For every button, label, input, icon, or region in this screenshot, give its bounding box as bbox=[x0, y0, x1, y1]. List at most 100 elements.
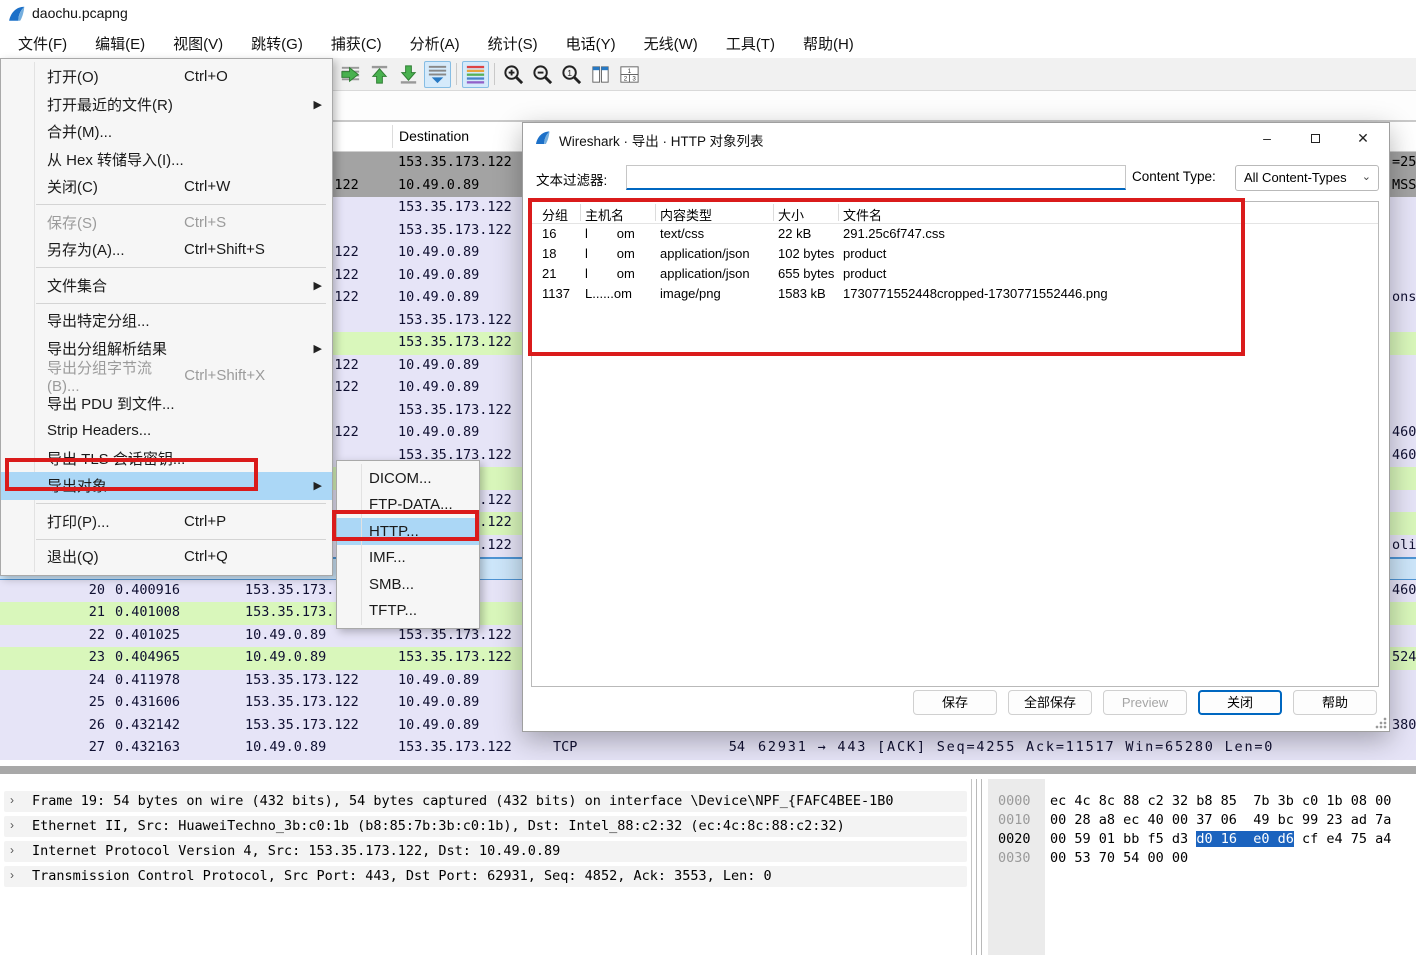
menu-item-label: 另存为(A)... bbox=[47, 239, 125, 260]
zoom-in-icon[interactable] bbox=[500, 61, 527, 88]
go-down-icon[interactable] bbox=[395, 61, 422, 88]
file-menu-item[interactable]: 合并(M)... bbox=[1, 118, 332, 146]
export-submenu-item[interactable]: DICOM... bbox=[337, 465, 479, 492]
annotation-box-object-table bbox=[528, 198, 1245, 356]
packet-source: 153.35.173.122 bbox=[245, 694, 359, 710]
packet-destination: 10.49.0.89 bbox=[398, 177, 479, 193]
packet-info-fragment: MSS= bbox=[1392, 177, 1416, 193]
关闭-button[interactable]: 关闭 bbox=[1198, 690, 1282, 715]
hex-byte-text: 00 53 70 54 00 00 bbox=[1050, 850, 1188, 866]
minimize-button[interactable]: – bbox=[1245, 123, 1289, 153]
expand-chevron-icon[interactable]: › bbox=[10, 818, 14, 832]
packet-number: 25 bbox=[55, 694, 105, 710]
hex-bytes: 00 59 01 bb f5 d3 d0 16 e0 d6 cf e4 75 a… bbox=[1050, 831, 1391, 847]
menu-item-shortcut: Ctrl+S bbox=[184, 214, 302, 231]
detail-tree-row[interactable]: ›Ethernet II, Src: HuaweiTechno_3b:c0:1b… bbox=[4, 816, 967, 837]
colorize-icon[interactable] bbox=[462, 61, 489, 88]
expand-chevron-icon[interactable]: › bbox=[10, 793, 14, 807]
packet-destination: 153.35.173.122 bbox=[398, 199, 512, 215]
menu-item-label: 导出 PDU 到文件... bbox=[47, 393, 175, 414]
file-menu-item[interactable]: 文件集合▶ bbox=[1, 272, 332, 300]
file-menu-item[interactable]: 打开(O)Ctrl+O bbox=[1, 63, 332, 91]
packet-source: 153.35.173.122 bbox=[245, 672, 359, 688]
destination-column-header[interactable]: Destination bbox=[399, 128, 469, 144]
menu-item-label: Strip Headers... bbox=[47, 422, 151, 439]
file-menu-item[interactable]: 退出(Q) Ctrl+Q bbox=[1, 543, 332, 571]
expand-chevron-icon[interactable]: › bbox=[10, 868, 14, 882]
menu-separator bbox=[36, 267, 326, 268]
packet-destination: 153.35.173.122 bbox=[398, 739, 512, 755]
horizontal-splitter[interactable] bbox=[0, 760, 1416, 779]
window-titlebar: daochu.pcapng bbox=[0, 0, 1416, 28]
resize-grip[interactable] bbox=[1375, 717, 1387, 729]
layout-icon[interactable]: 123 bbox=[616, 61, 643, 88]
menubar-item[interactable]: 工具(T) bbox=[712, 29, 789, 58]
content-type-select[interactable]: All Content-Types ⌄ bbox=[1235, 165, 1379, 191]
maximize-button[interactable] bbox=[1293, 123, 1337, 153]
file-menu-item[interactable]: 关闭(C)Ctrl+W bbox=[1, 173, 332, 201]
goto-packet-icon[interactable] bbox=[337, 61, 364, 88]
packet-info-fragment: ons_ bbox=[1392, 289, 1416, 305]
packet-bytes-panel: 0000ec 4c 8c 88 c2 32 b8 85 7b 3b c0 1b … bbox=[984, 779, 1416, 955]
file-menu-item[interactable]: Strip Headers... bbox=[1, 417, 332, 445]
packet-row[interactable]: 270.43216310.49.0.89153.35.173.122TCP546… bbox=[0, 737, 1416, 760]
auto-scroll-icon[interactable] bbox=[424, 61, 451, 88]
resize-columns-icon[interactable] bbox=[587, 61, 614, 88]
file-menu-item[interactable]: 从 Hex 转储导入(I)... bbox=[1, 146, 332, 174]
packet-info-fragment: =256 bbox=[1392, 154, 1416, 170]
menubar-item[interactable]: 帮助(H) bbox=[789, 29, 868, 58]
menubar-item[interactable]: 无线(W) bbox=[630, 29, 712, 58]
hex-row[interactable]: 001000 28 a8 ec 40 00 37 06 49 bc 99 23 … bbox=[984, 812, 1416, 831]
detail-tree-row[interactable]: ›Internet Protocol Version 4, Src: 153.3… bbox=[4, 841, 967, 862]
packet-number: 20 bbox=[55, 582, 105, 598]
export-submenu-item[interactable]: SMB... bbox=[337, 571, 479, 598]
file-menu-item[interactable]: 导出特定分组... bbox=[1, 307, 332, 335]
保存-button[interactable]: 保存 bbox=[913, 690, 997, 715]
menu-item-label: 导出分组解析结果 bbox=[47, 338, 167, 359]
svg-text:1: 1 bbox=[628, 68, 632, 75]
file-menu-item[interactable]: 打开最近的文件(R)▶ bbox=[1, 91, 332, 119]
menubar-item[interactable]: 视图(V) bbox=[159, 29, 237, 58]
packet-source: 10.49.0.89 bbox=[245, 627, 326, 643]
menu-item-shortcut: Ctrl+Q bbox=[184, 548, 302, 565]
packet-destination: 10.49.0.89 bbox=[398, 357, 479, 373]
close-button[interactable]: ✕ bbox=[1341, 123, 1385, 153]
hex-row[interactable]: 0000ec 4c 8c 88 c2 32 b8 85 7b 3b c0 1b … bbox=[984, 793, 1416, 812]
file-menu-item[interactable]: 导出 PDU 到文件... bbox=[1, 390, 332, 418]
menu-separator bbox=[36, 204, 326, 205]
column-separator[interactable] bbox=[392, 125, 393, 148]
text-filter-label: 文本过滤器: bbox=[536, 169, 607, 189]
submenu-arrow-icon: ▶ bbox=[314, 98, 322, 111]
zoom-reset-icon[interactable]: 1 bbox=[558, 61, 585, 88]
packet-time: 0.431606 bbox=[115, 694, 180, 710]
file-menu-item[interactable]: 打印(P)...Ctrl+P bbox=[1, 508, 332, 536]
menubar-item[interactable]: 统计(S) bbox=[474, 29, 552, 58]
menubar-item[interactable]: 文件(F) bbox=[4, 29, 81, 58]
packet-length: 54 bbox=[700, 739, 745, 755]
toolbar-separator bbox=[456, 63, 457, 85]
go-up-icon[interactable] bbox=[366, 61, 393, 88]
menubar-item[interactable]: 跳转(G) bbox=[237, 29, 317, 58]
menubar-item[interactable]: 分析(A) bbox=[396, 29, 474, 58]
zoom-out-icon[interactable] bbox=[529, 61, 556, 88]
hex-row[interactable]: 003000 53 70 54 00 00 bbox=[984, 850, 1416, 869]
detail-text: Transmission Control Protocol, Src Port:… bbox=[32, 868, 772, 884]
menu-item-label: 退出(Q) bbox=[47, 546, 99, 567]
file-menu-item[interactable]: 另存为(A)...Ctrl+Shift+S bbox=[1, 236, 332, 264]
detail-text: Frame 19: 54 bytes on wire (432 bits), 5… bbox=[32, 793, 894, 809]
expand-chevron-icon[interactable]: › bbox=[10, 843, 14, 857]
detail-tree-row[interactable]: › Transmission Control Protocol, Src Port… bbox=[4, 866, 967, 887]
hex-offset: 0010 bbox=[998, 812, 1031, 828]
menubar-item[interactable]: 电话(Y) bbox=[552, 29, 630, 58]
detail-tree-row[interactable]: › Frame 19: 54 bytes on wire (432 bits), … bbox=[4, 791, 967, 812]
hex-row[interactable]: 002000 59 01 bb f5 d3 d0 16 e0 d6 cf e4 … bbox=[984, 831, 1416, 850]
menubar-item[interactable]: 捕获(C) bbox=[317, 29, 396, 58]
全部保存-button[interactable]: 全部保存 bbox=[1008, 690, 1092, 715]
帮助-button[interactable]: 帮助 bbox=[1293, 690, 1377, 715]
export-submenu-item[interactable]: TFTP... bbox=[337, 598, 479, 625]
export-submenu-item[interactable]: IMF... bbox=[337, 545, 479, 572]
text-filter-input[interactable] bbox=[626, 165, 1126, 190]
packet-destination: 10.49.0.89 bbox=[398, 267, 479, 283]
menubar-item[interactable]: 编辑(E) bbox=[81, 29, 159, 58]
vertical-splitter[interactable] bbox=[976, 779, 982, 955]
